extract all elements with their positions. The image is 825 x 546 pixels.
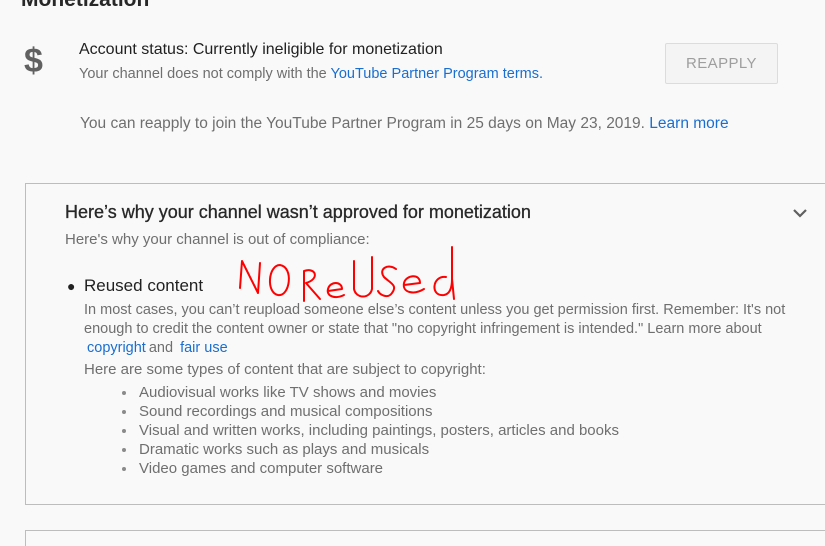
not-approved-card: Here’s why your channel wasn’t approved … xyxy=(25,183,825,505)
card-heading: Here’s why your channel wasn’t approved … xyxy=(65,202,531,222)
status-sub-text: Your channel does not comply with the xyxy=(79,66,327,82)
reapply-note-text: You can reapply to join the YouTube Part… xyxy=(80,115,645,132)
types-intro: Here are some types of content that are … xyxy=(84,361,486,378)
reason-body-text: In most cases, you can’t reupload someon… xyxy=(84,302,786,337)
copyright-link[interactable]: copyright xyxy=(87,340,146,356)
learn-more-link[interactable]: Learn more xyxy=(649,115,728,132)
reapply-note: You can reapply to join the YouTube Part… xyxy=(80,115,729,133)
reason-title: Reused content xyxy=(84,276,204,295)
card-subheading: Here's why your channel is out of compli… xyxy=(65,231,370,248)
list-item: Audiovisual works like TV shows and movi… xyxy=(122,383,619,402)
list-item: Visual and written works, including pain… xyxy=(122,421,619,440)
reapply-button[interactable]: REAPPLY xyxy=(665,43,778,84)
section-title: Monetization xyxy=(21,0,149,12)
account-status-title: Account status: Currently ineligible for… xyxy=(79,41,443,58)
list-item: Sound recordings and musical composition… xyxy=(122,402,619,421)
svg-text:$: $ xyxy=(24,42,43,80)
dollar-icon: $ xyxy=(24,42,43,80)
reason-body: In most cases, you can’t reupload someon… xyxy=(84,301,819,358)
account-status-subtitle: Your channel does not comply with the Yo… xyxy=(79,66,543,82)
types-list: Audiovisual works like TV shows and movi… xyxy=(122,383,619,478)
and-text: and xyxy=(148,340,174,356)
list-item: Dramatic works such as plays and musical… xyxy=(122,440,619,459)
partner-program-terms-link[interactable]: YouTube Partner Program terms. xyxy=(331,66,544,82)
list-item: Video games and computer software xyxy=(122,459,619,478)
fair-use-link[interactable]: fair use xyxy=(180,340,228,356)
bullet-icon: ● xyxy=(67,278,76,294)
next-card xyxy=(25,530,825,546)
chevron-down-icon[interactable] xyxy=(791,206,809,220)
